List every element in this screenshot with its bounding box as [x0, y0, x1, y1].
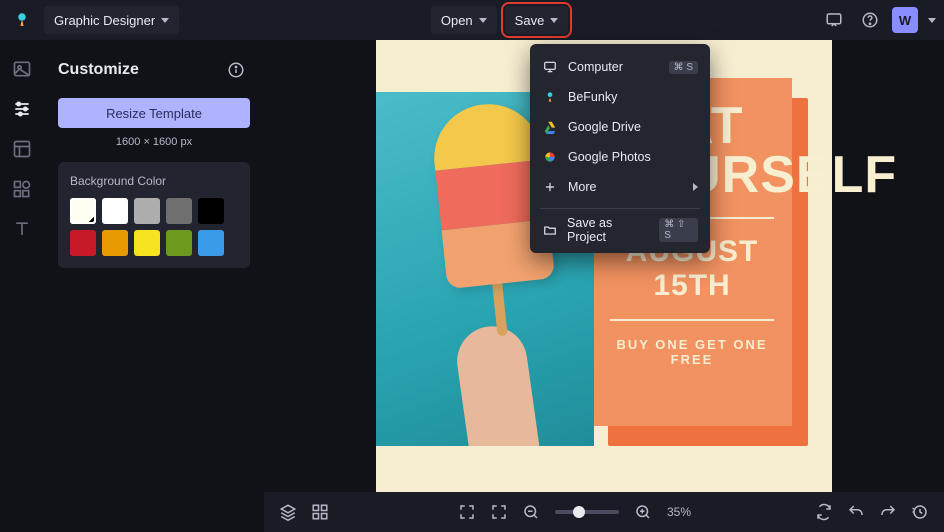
color-swatch[interactable] [102, 198, 128, 224]
kbd-shortcut: ⌘ S [669, 61, 698, 74]
color-swatch[interactable] [134, 198, 160, 224]
save-gphotos-item[interactable]: Google Photos [530, 142, 710, 172]
dd-label: Save as Project [567, 216, 649, 244]
feedback-button[interactable] [820, 6, 848, 34]
save-befunky-item[interactable]: BeFunky [530, 82, 710, 112]
redo-button[interactable] [874, 498, 902, 526]
panel-title: Customize [58, 61, 139, 79]
color-swatch[interactable] [70, 198, 96, 224]
save-label: Save [515, 13, 545, 28]
rail-image-icon[interactable] [11, 58, 33, 80]
chevron-down-icon [550, 18, 558, 23]
zoom-percent: 35% [667, 505, 691, 519]
undo-button[interactable] [842, 498, 870, 526]
zoom-out-button[interactable] [517, 498, 545, 526]
editor-mode-label: Graphic Designer [54, 13, 155, 28]
color-swatch[interactable] [166, 230, 192, 256]
color-swatch[interactable] [134, 230, 160, 256]
zoom-in-button[interactable] [629, 498, 657, 526]
save-gdrive-item[interactable]: Google Drive [530, 112, 710, 142]
swatch-grid [70, 198, 238, 256]
save-project-item[interactable]: Save as Project ⌘ ⇧ S [530, 215, 710, 245]
chevron-down-icon [928, 18, 936, 23]
befunky-icon [542, 89, 558, 105]
rail-text-icon[interactable] [11, 218, 33, 240]
desktop-icon [542, 59, 558, 75]
zoom-slider[interactable] [555, 510, 619, 514]
kbd-shortcut: ⌘ ⇧ S [659, 218, 698, 242]
app-logo[interactable] [8, 6, 36, 34]
open-label: Open [441, 13, 473, 28]
resize-label: Resize Template [106, 106, 202, 121]
layers-button[interactable] [274, 498, 302, 526]
dd-label: Google Photos [568, 150, 651, 164]
dd-label: Computer [568, 60, 623, 74]
background-color-card: Background Color [58, 162, 250, 268]
google-photos-icon [542, 149, 558, 165]
color-swatch[interactable] [102, 230, 128, 256]
fullscreen-button[interactable] [453, 498, 481, 526]
bg-color-label: Background Color [70, 174, 238, 188]
customize-panel: Customize Resize Template 1600 × 1600 px… [44, 40, 264, 532]
history-button[interactable] [906, 498, 934, 526]
save-computer-item[interactable]: Computer ⌘ S [530, 52, 710, 82]
info-icon[interactable] [222, 56, 250, 84]
dd-label: More [568, 180, 596, 194]
google-drive-icon [542, 119, 558, 135]
divider [540, 208, 700, 209]
color-swatch[interactable] [70, 230, 96, 256]
bottom-toolbar: 35% [264, 492, 944, 532]
topbar: Graphic Designer Open Save W [0, 0, 944, 40]
hand-shape [453, 322, 542, 446]
fit-button[interactable] [485, 498, 513, 526]
sync-button[interactable] [810, 498, 838, 526]
canvas-dimensions: 1600 × 1600 px [58, 136, 250, 148]
rail-elements-icon[interactable] [11, 178, 33, 200]
save-dropdown: Computer ⌘ S BeFunky Google Drive Google… [530, 44, 710, 253]
help-button[interactable] [856, 6, 884, 34]
poster-subline: BUY ONE GET ONE FREE [606, 337, 778, 367]
chevron-down-icon [479, 18, 487, 23]
rail-templates-icon[interactable] [11, 138, 33, 160]
divider [610, 319, 774, 321]
avatar-initial: W [899, 13, 911, 28]
open-button[interactable]: Open [431, 6, 497, 34]
folder-icon [542, 222, 557, 238]
color-swatch[interactable] [166, 198, 192, 224]
chevron-down-icon [161, 18, 169, 23]
save-button[interactable]: Save [505, 6, 569, 34]
dd-label: BeFunky [568, 90, 617, 104]
rail-adjust-icon[interactable] [11, 98, 33, 120]
save-more-item[interactable]: More [530, 172, 710, 202]
plus-icon [542, 179, 558, 195]
dd-label: Google Drive [568, 120, 641, 134]
tool-rail [0, 40, 44, 532]
color-swatch[interactable] [198, 198, 224, 224]
editor-mode-dropdown[interactable]: Graphic Designer [44, 6, 179, 34]
user-avatar[interactable]: W [892, 7, 918, 33]
grid-button[interactable] [306, 498, 334, 526]
color-swatch[interactable] [198, 230, 224, 256]
resize-template-button[interactable]: Resize Template [58, 98, 250, 128]
zoom-thumb[interactable] [573, 506, 585, 518]
chevron-right-icon [693, 183, 698, 191]
